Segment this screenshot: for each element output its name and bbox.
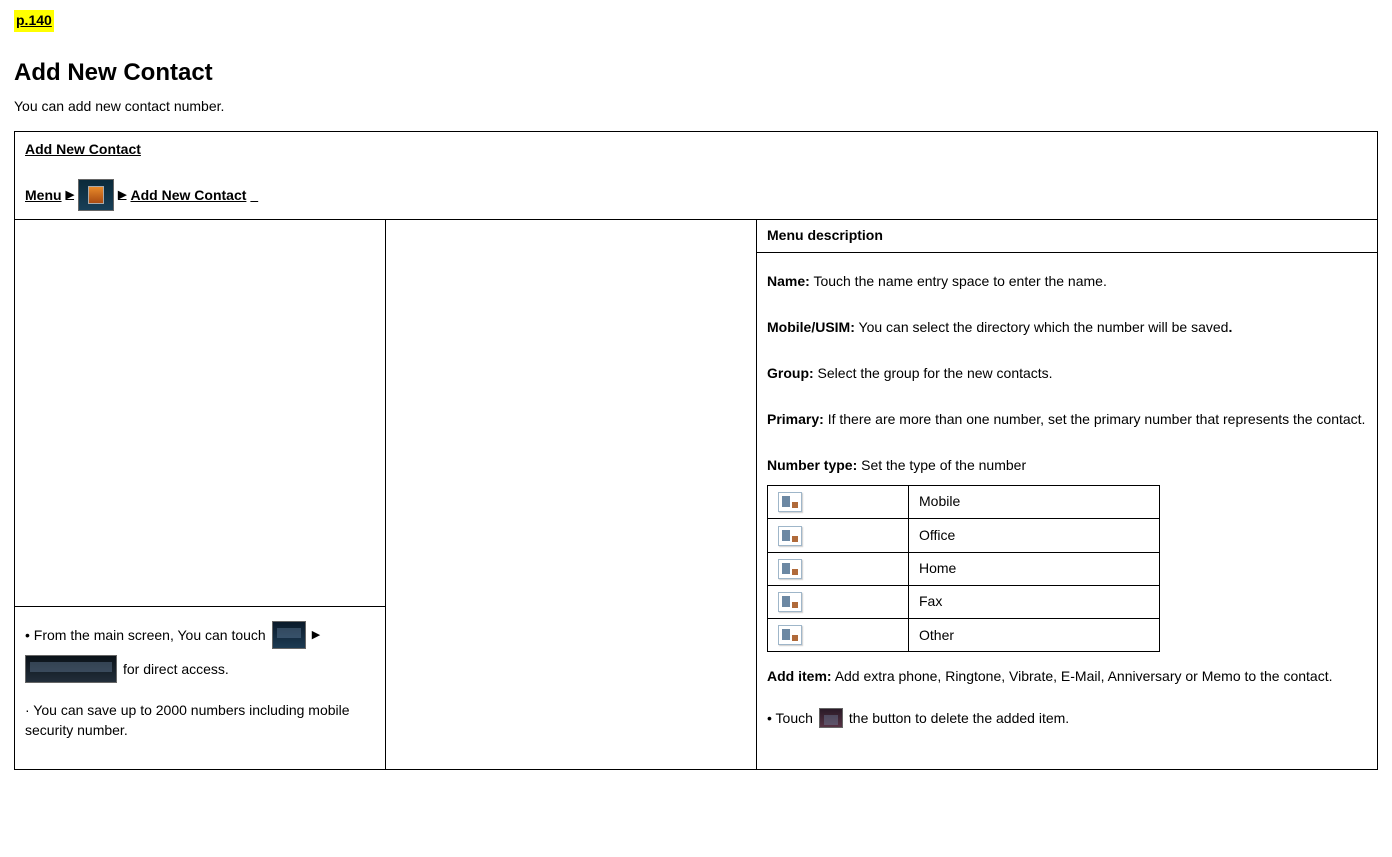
home-type-icon — [778, 559, 802, 579]
description-cell: Menu description Name: Touch the name en… — [757, 220, 1378, 769]
nav-tail: Add New Contact — [131, 186, 247, 206]
notes-cell: • From the main screen, You can touch ▶ … — [15, 607, 386, 769]
touch-text-a: • Touch — [767, 709, 813, 729]
type-label-cell: Mobile — [909, 485, 1160, 518]
field-name: Name: Touch the name entry space to ente… — [767, 267, 1367, 295]
mobile-type-icon — [778, 492, 802, 512]
screenshot-cell-1 — [15, 220, 386, 607]
table-row: Home — [768, 552, 1160, 585]
menu-label: Menu — [25, 186, 62, 206]
group-label: Group: — [767, 365, 814, 381]
name-label: Name: — [767, 273, 810, 289]
field-group: Group: Select the group for the new cont… — [767, 359, 1367, 387]
delete-item-icon — [819, 708, 843, 728]
desc-inner-table: Menu description Name: Touch the name en… — [757, 220, 1377, 744]
nav-header-cell: Add New Contact Menu ▶ ▶ Add New Contact — [15, 131, 1378, 220]
menu-description-heading: Menu description — [757, 220, 1377, 252]
group-text: Select the group for the new contacts. — [818, 365, 1053, 381]
numtype-text: Set the type of the number — [861, 457, 1026, 473]
type-label-cell: Home — [909, 552, 1160, 585]
additem-label: Add item: — [767, 668, 832, 684]
type-label-cell: Office — [909, 519, 1160, 552]
chevron-right-icon: ▶ — [118, 188, 126, 203]
field-primary: Primary: If there are more than one numb… — [767, 405, 1367, 433]
note1-text-b: for direct access. — [123, 660, 229, 680]
field-add-item: Add item: Add extra phone, Ringtone, Vib… — [767, 662, 1367, 690]
numtype-label: Number type: — [767, 457, 857, 473]
type-label-cell: Other — [909, 619, 1160, 652]
page-number-badge: p.140 — [14, 10, 54, 32]
nav-title: Add New Contact — [25, 140, 1367, 160]
breadcrumb: Menu ▶ ▶ Add New Contact — [25, 179, 1367, 211]
fax-type-icon — [778, 592, 802, 612]
screenshot-cell-2 — [386, 220, 757, 769]
chevron-right-icon: ▶ — [66, 188, 74, 203]
type-icon-cell — [768, 585, 909, 618]
direct-access-note: • From the main screen, You can touch ▶ … — [25, 621, 375, 683]
trailing-space — [250, 186, 258, 206]
trailing-dot: . — [1228, 319, 1232, 335]
name-text: Touch the name entry space to enter the … — [813, 273, 1106, 289]
mobile-text: You can select the directory which the n… — [859, 319, 1229, 335]
type-label-cell: Fax — [909, 585, 1160, 618]
mobile-label: Mobile/USIM: — [767, 319, 855, 335]
chevron-right-icon: ▶ — [312, 628, 320, 643]
quick-icon-2 — [25, 655, 117, 683]
number-type-table: Mobile Office Home — [767, 485, 1160, 652]
table-row: Office — [768, 519, 1160, 552]
capacity-note: · You can save up to 2000 numbers includ… — [25, 701, 375, 740]
field-mobile-usim: Mobile/USIM: You can select the director… — [767, 313, 1367, 341]
intro-text: You can add new contact number. — [14, 97, 1378, 117]
primary-text: If there are more than one number, set t… — [828, 411, 1366, 427]
content-table: Add New Contact Menu ▶ ▶ Add New Contact — [14, 131, 1378, 770]
table-row: Other — [768, 619, 1160, 652]
delete-item-note: • Touch the button to delete the added i… — [767, 708, 1367, 728]
other-type-icon — [778, 625, 802, 645]
touch-text-b: the button to delete the added item. — [849, 709, 1069, 729]
page-title: Add New Contact — [14, 56, 1378, 90]
office-type-icon — [778, 526, 802, 546]
additem-text: Add extra phone, Ringtone, Vibrate, E-Ma… — [835, 668, 1333, 684]
table-row: Mobile — [768, 485, 1160, 518]
type-icon-cell — [768, 552, 909, 585]
contacts-app-icon — [78, 179, 114, 211]
table-row: Fax — [768, 585, 1160, 618]
type-icon-cell — [768, 619, 909, 652]
type-icon-cell — [768, 519, 909, 552]
quick-icon-1 — [272, 621, 306, 649]
note1-text-a: • From the main screen, You can touch — [25, 626, 266, 646]
field-number-type: Number type: Set the type of the number — [767, 451, 1367, 479]
primary-label: Primary: — [767, 411, 824, 427]
menu-description-body: Name: Touch the name entry space to ente… — [757, 252, 1377, 744]
type-icon-cell — [768, 485, 909, 518]
